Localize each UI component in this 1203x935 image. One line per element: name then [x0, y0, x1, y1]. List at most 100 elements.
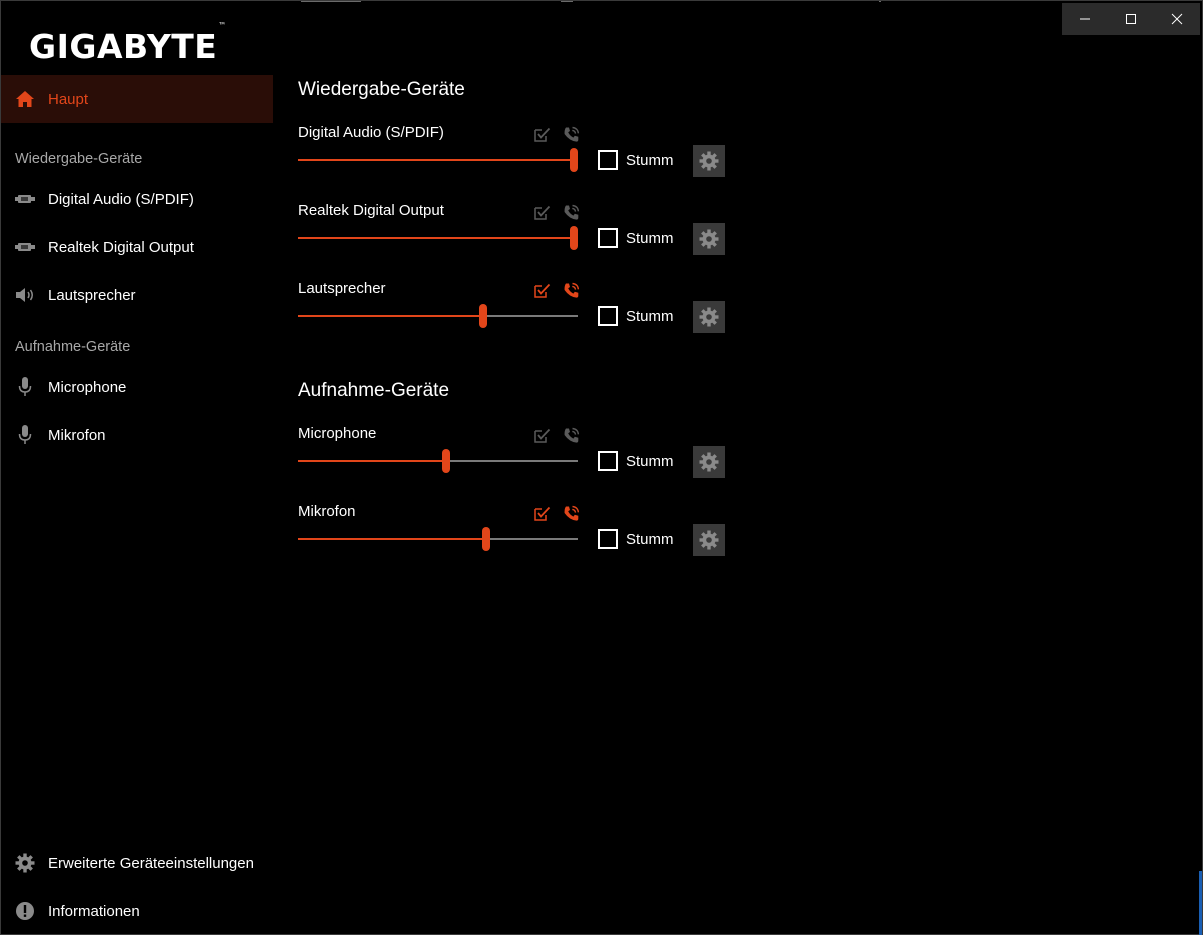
sidebar-item-haupt[interactable]: Haupt	[1, 75, 273, 123]
spdif-connector-icon	[1, 242, 48, 252]
set-default-button[interactable]	[532, 504, 553, 522]
volume-slider[interactable]	[298, 304, 578, 328]
sidebar-item-advanced-settings[interactable]: Erweiterte Geräteeinstellungen	[1, 839, 273, 887]
gear-icon	[699, 452, 719, 472]
home-icon	[1, 90, 48, 108]
volume-slider[interactable]	[298, 527, 578, 551]
sidebar-item-digital-audio[interactable]: Digital Audio (S/PDIF)	[1, 175, 273, 223]
mute-checkbox[interactable]: Stumm	[598, 529, 674, 549]
device-default-icons	[532, 504, 582, 522]
microphone-icon	[1, 425, 48, 445]
volume-slider[interactable]	[298, 226, 578, 250]
device-row: Lautsprecher Stumm	[298, 280, 728, 350]
set-default-button[interactable]	[532, 426, 553, 444]
volume-slider[interactable]	[298, 148, 578, 172]
checkbox-box	[598, 228, 618, 248]
background-edge	[301, 1, 361, 2]
close-button[interactable]	[1154, 3, 1200, 35]
close-icon	[1171, 13, 1183, 25]
phone-call-icon	[564, 282, 580, 298]
sidebar-item-label: Realtek Digital Output	[48, 238, 194, 256]
slider-thumb[interactable]	[442, 449, 450, 473]
sidebar-item-label: Haupt	[48, 90, 89, 108]
slider-thumb[interactable]	[482, 527, 490, 551]
phone-call-icon	[564, 204, 580, 220]
sidebar-section-playback: Wiedergabe-Geräte	[15, 151, 143, 167]
mute-checkbox[interactable]: Stumm	[598, 306, 674, 326]
sidebar-item-microphone[interactable]: Microphone	[1, 363, 273, 411]
mute-label: Stumm	[626, 530, 674, 548]
set-default-communication-button[interactable]	[561, 203, 582, 221]
sidebar-item-label: Digital Audio (S/PDIF)	[48, 190, 194, 208]
checkmark-box-icon	[534, 428, 551, 443]
minimize-icon	[1080, 18, 1090, 20]
checkmark-box-icon	[534, 283, 551, 298]
slider-fill	[298, 159, 578, 161]
checkbox-box	[598, 306, 618, 326]
checkbox-box	[598, 451, 618, 471]
mute-label: Stumm	[626, 452, 674, 470]
background-edge	[561, 1, 573, 2]
device-settings-button[interactable]	[693, 524, 725, 556]
sidebar-item-label: Lautsprecher	[48, 286, 136, 304]
slider-thumb[interactable]	[479, 304, 487, 328]
slider-fill	[298, 538, 486, 540]
sidebar-section-recording: Aufnahme-Geräte	[15, 339, 131, 355]
set-default-button[interactable]	[532, 125, 553, 143]
device-settings-button[interactable]	[693, 446, 725, 478]
maximize-button[interactable]	[1108, 3, 1154, 35]
sidebar-item-realtek-digital-output[interactable]: Realtek Digital Output	[1, 223, 273, 271]
device-row: Digital Audio (S/PDIF) Stumm	[298, 124, 728, 194]
gear-icon	[699, 229, 719, 249]
mute-checkbox[interactable]: Stumm	[598, 228, 674, 248]
mute-checkbox[interactable]: Stumm	[598, 150, 674, 170]
device-settings-button[interactable]	[693, 223, 725, 255]
sidebar-item-label: Microphone	[48, 378, 127, 396]
sidebar-item-lautsprecher[interactable]: Lautsprecher	[1, 271, 273, 319]
device-row: Microphone Stumm	[298, 425, 728, 495]
minimize-button[interactable]	[1062, 3, 1108, 35]
mute-label: Stumm	[626, 307, 674, 325]
set-default-communication-button[interactable]	[561, 426, 582, 444]
device-row: Mikrofon Stumm	[298, 503, 728, 573]
slider-thumb[interactable]	[570, 226, 578, 250]
background-edge	[879, 1, 881, 2]
volume-slider[interactable]	[298, 449, 578, 473]
background-window-edge	[1199, 871, 1202, 935]
device-settings-button[interactable]	[693, 145, 725, 177]
window-controls	[1062, 3, 1200, 35]
mute-checkbox[interactable]: Stumm	[598, 451, 674, 471]
gigabyte-logo: GIGABYTE™	[29, 21, 227, 66]
slider-fill	[298, 237, 578, 239]
slider-fill	[298, 315, 483, 317]
maximize-icon	[1126, 14, 1136, 24]
checkmark-box-icon	[534, 127, 551, 142]
playback-section-title: Wiedergabe-Geräte	[298, 79, 465, 100]
device-default-icons	[532, 125, 582, 143]
sidebar-item-mikrofon[interactable]: Mikrofon	[1, 411, 273, 459]
slider-thumb[interactable]	[570, 148, 578, 172]
device-default-icons	[532, 426, 582, 444]
sidebar-item-informationen[interactable]: Informationen	[1, 887, 273, 935]
checkmark-box-icon	[534, 205, 551, 220]
checkmark-box-icon	[534, 506, 551, 521]
device-settings-button[interactable]	[693, 301, 725, 333]
device-name: Lautsprecher	[298, 280, 386, 297]
device-default-icons	[532, 281, 582, 299]
set-default-communication-button[interactable]	[561, 281, 582, 299]
set-default-button[interactable]	[532, 203, 553, 221]
speaker-icon	[1, 287, 48, 303]
sidebar-item-label: Informationen	[48, 902, 140, 920]
mute-label: Stumm	[626, 229, 674, 247]
gear-icon	[699, 307, 719, 327]
device-name: Digital Audio (S/PDIF)	[298, 124, 444, 141]
phone-call-icon	[564, 505, 580, 521]
device-row: Realtek Digital Output Stumm	[298, 202, 728, 272]
set-default-communication-button[interactable]	[561, 504, 582, 522]
mute-label: Stumm	[626, 151, 674, 169]
spdif-connector-icon	[1, 194, 48, 204]
set-default-button[interactable]	[532, 281, 553, 299]
set-default-communication-button[interactable]	[561, 125, 582, 143]
phone-call-icon	[564, 427, 580, 443]
sidebar-item-label: Erweiterte Geräteeinstellungen	[48, 854, 254, 872]
